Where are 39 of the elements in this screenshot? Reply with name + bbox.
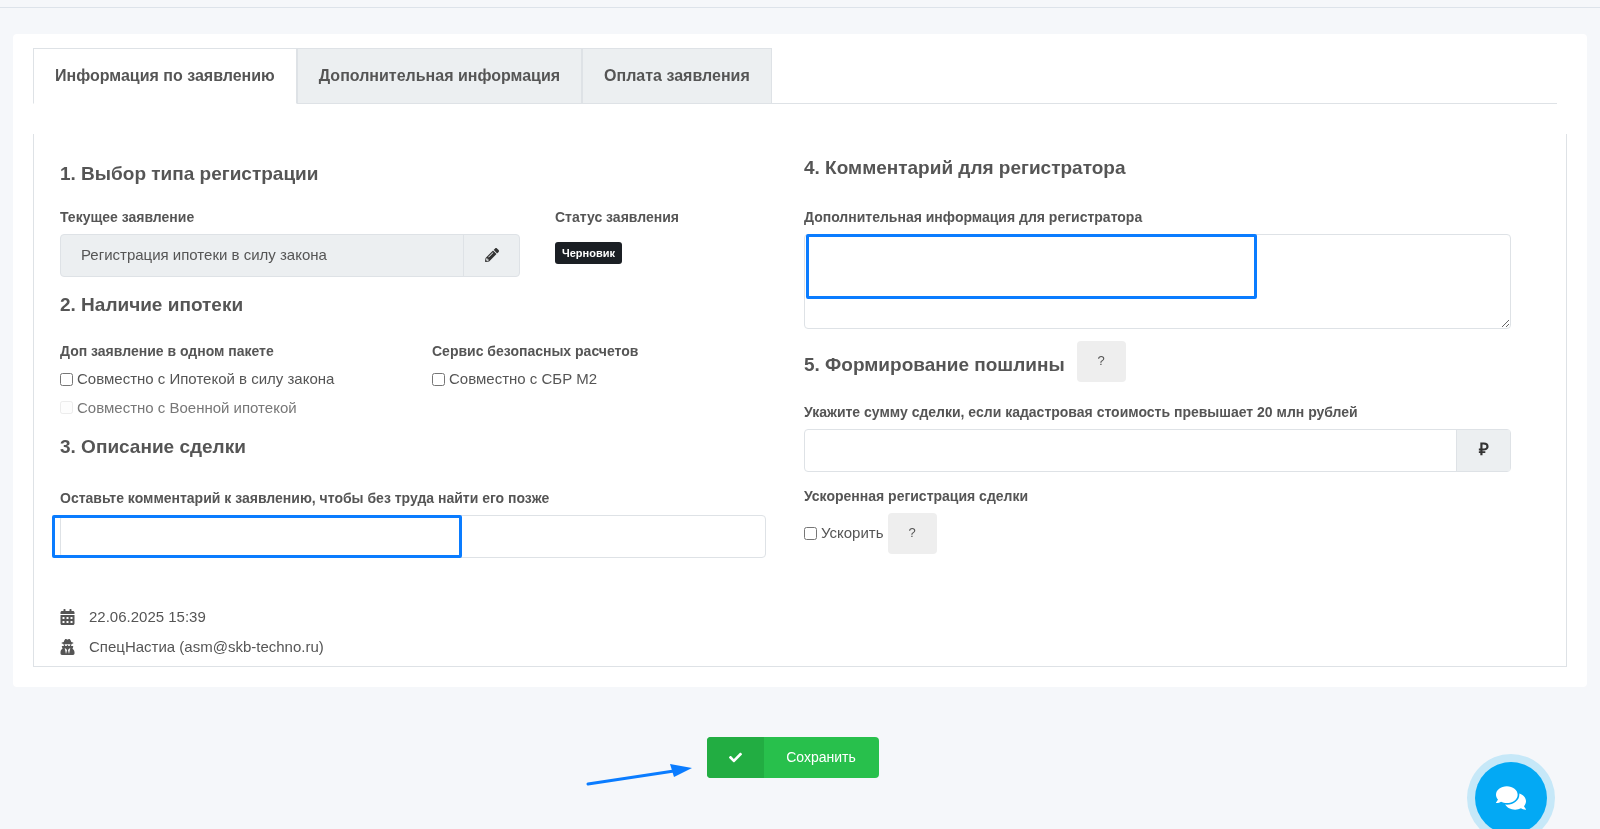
status-badge: Черновик [555, 241, 622, 264]
created-date: 22.06.2025 15:39 [89, 606, 206, 627]
field-label: Оставьте комментарий к заявлению, чтобы без труда найти его позже [60, 488, 551, 508]
registration-type-field[interactable]: Регистрация ипотеки в силу закона [60, 233, 520, 277]
field-label: Текущее заявление [60, 207, 196, 227]
tab[interactable]: Дополнительная информация [296, 48, 583, 104]
section-title: 5. Формирование пошлины [804, 352, 1065, 377]
field-label: Укажите сумму сделки, если кадастровая стоимость превышает 20 млн рублей [804, 402, 1359, 422]
registrar-comment-textarea[interactable] [804, 233, 1511, 329]
tab[interactable]: Оплата заявления [582, 48, 772, 104]
field-label: Статус заявления [555, 207, 679, 227]
amount-field[interactable]: ₽ [804, 428, 1511, 472]
tab[interactable]: Информация по заявлению [33, 48, 297, 104]
section-title: 4. Комментарий для регистратора [804, 156, 1127, 180]
check-icon [728, 751, 742, 764]
calendar-icon [60, 608, 75, 625]
help-button[interactable]: ? [887, 512, 937, 554]
checkbox[interactable] [60, 372, 73, 386]
checkbox-label: Ускорить [821, 522, 884, 543]
section-title: 3. Описание сделки [60, 435, 247, 459]
group-label: Доп заявление в одном пакете [60, 342, 275, 361]
spy-icon [60, 639, 75, 656]
checkbox[interactable] [432, 372, 445, 386]
checkbox-label: Совместно с Ипотекой в силу закона [77, 369, 335, 389]
comment-input[interactable] [60, 514, 766, 558]
section-title: 1. Выбор типа регистрации [60, 162, 320, 186]
group-label: Сервис безопасных расчетов [432, 342, 639, 361]
checkbox[interactable] [804, 526, 817, 540]
author: СпецНастиа (asm@skb-techno.ru) [89, 637, 324, 657]
chat-icon [1496, 783, 1526, 813]
checkbox-label: Совместно с СБР М2 [449, 369, 598, 389]
field-value: Регистрация ипотеки в силу закона [80, 244, 328, 265]
field-label: Дополнительная информация для регистратора [804, 207, 1144, 227]
pencil-icon [484, 248, 499, 262]
field-label: Ускоренная регистрация сделки [804, 486, 1030, 506]
checkbox-label: Совместно с Военной ипотекой [77, 397, 297, 418]
currency-addon: ₽ [1456, 429, 1510, 471]
help-button[interactable]: ? [1076, 340, 1126, 382]
section-title: 2. Наличие ипотеки [60, 292, 245, 317]
